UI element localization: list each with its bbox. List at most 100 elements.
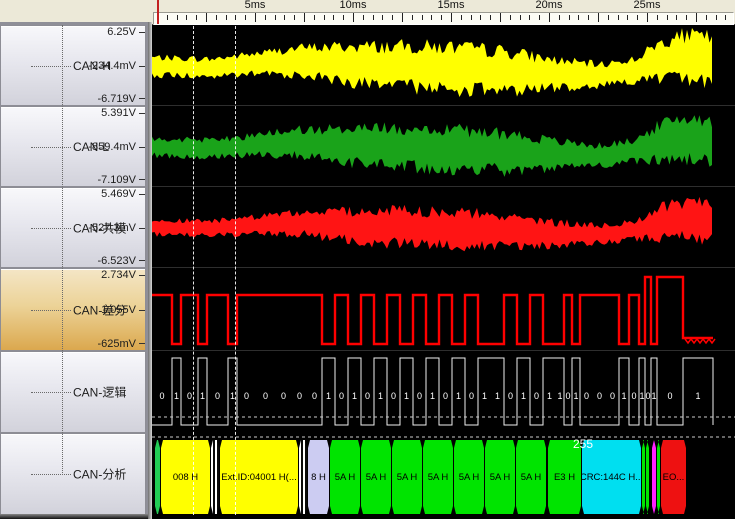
logic-bit-value: 0 [312,391,317,401]
channel-tree-stub [31,392,71,393]
logic-bit-value: 0 [417,391,422,401]
channel-tree-stub [31,474,71,475]
frame-block [155,440,160,514]
logic-bit-value: 0 [159,391,164,401]
oscilloscope-window: 5ms10ms15ms20ms25ms 01010100000101010101… [0,0,735,519]
can-differential-trace [152,277,713,344]
channel-tree-stub [31,228,71,229]
scale-tick [139,228,145,229]
logic-bit-value: 0 [534,391,539,401]
measurement-cursor-1[interactable] [193,26,194,515]
scale-tick [139,147,145,148]
scale-tick [139,194,145,195]
logic-bit-value: 1 [573,391,578,401]
logic-bit-value: 1 [352,391,357,401]
logic-bit-value: 0 [391,391,396,401]
channel-tree-stub [31,66,71,67]
mid-scale-can-common-mode: -527.3mV [88,222,136,234]
frame-block [642,440,645,514]
bottom-scale-can-common-mode: -6.523V [97,255,136,267]
logic-bit-value: 1 [174,391,179,401]
logic-bit-value: 0 [281,391,286,401]
frame-block-5a-h: 5A H [485,440,515,514]
logic-bit-value: 0 [263,391,268,401]
frame-block-5a-h: 5A H [361,440,391,514]
can-common-mode-trace [152,197,712,251]
channel-panel-can-differential[interactable]: CAN-差分2.734V1.055V-625mV [0,268,146,351]
frame-block-8-h: 8 H [308,440,329,514]
scale-tick [139,260,145,261]
logic-bit-value: 1 [430,391,435,401]
channel-tree-line [62,25,63,473]
mid-scale-can-l: -859.4mV [88,141,136,153]
can-differential-ripple [685,339,715,343]
frame-block-e3-h: E3 H [548,440,581,514]
frame-block [657,440,660,514]
bottom-scale-can-differential: -625mV [97,338,136,350]
frame-overlay-value: 255 [573,437,593,451]
logic-bit-value: 1 [456,391,461,401]
logic-bit-value: 1 [639,391,644,401]
channel-name-can-analysis: CAN-分析 [73,466,126,483]
scale-tick [139,275,145,276]
logic-bit-value: 1 [547,391,552,401]
logic-bit-value: 1 [621,391,626,401]
measurement-cursor-2[interactable] [235,26,236,515]
channel-tree-stub [31,147,71,148]
logic-bit-value: 1 [200,391,205,401]
logic-bit-value: 0 [667,391,672,401]
scale-tick [139,310,145,311]
logic-bit-value: 0 [187,391,192,401]
channel-panel-can-logic[interactable]: CAN-逻辑 [0,351,146,433]
frame-block-crc-144c-h: CRC:144C H... [582,440,641,514]
scale-tick [139,32,145,33]
frame-block-5a-h: 5A H [392,440,422,514]
can-l-trace [152,115,712,177]
channel-sidebar: CAN-H6.25V-234.4mV-6.719VCAN-L5.391V-859… [0,22,148,519]
frame-block [652,440,656,514]
logic-bit-value: 1 [521,391,526,401]
frame-block-ext-id-04001-h: Ext.ID:04001 H(... [220,440,298,514]
top-scale-can-common-mode: 5.469V [101,188,136,200]
frame-block-eo: EO... [661,440,686,514]
logic-bit-value: 0 [244,391,249,401]
top-scale-can-h: 6.25V [107,26,136,38]
logic-bit-value: 1 [695,391,700,401]
logic-bit-value: 1 [404,391,409,401]
logic-bit-value: 0 [631,391,636,401]
channel-panel-can-h[interactable]: CAN-H6.25V-234.4mV-6.719V [0,25,146,106]
channel-tree-stub [31,310,71,311]
mid-scale-can-h: -234.4mV [88,60,136,72]
scale-tick [139,343,145,344]
top-scale-can-differential: 2.734V [101,269,136,281]
logic-bit-value: 0 [297,391,302,401]
frame-block [646,440,649,514]
frame-block-5a-h: 5A H [330,440,360,514]
logic-bit-value: 1 [326,391,331,401]
logic-bit-value: 0 [215,391,220,401]
mid-scale-can-differential: 1.055V [101,304,136,316]
logic-bit-value: 1 [557,391,562,401]
logic-bit-value: 1 [495,391,500,401]
frame-block [299,440,307,514]
scale-tick [139,98,145,99]
bottom-scale-can-h: -6.719V [97,93,136,105]
scale-tick [139,179,145,180]
logic-bit-value: 0 [597,391,602,401]
frame-block [211,440,219,514]
logic-bit-value: 0 [584,391,589,401]
logic-bit-value: 1 [482,391,487,401]
can-h-trace [152,28,712,97]
sidebar-plot-divider[interactable] [148,22,152,519]
logic-bit-value: 0 [645,391,650,401]
channel-panel-can-common-mode[interactable]: CAN-共模5.469V-527.3mV-6.523V [0,187,146,268]
channel-panel-can-analysis[interactable]: CAN-分析 [0,433,146,515]
logic-bit-value: 0 [565,391,570,401]
frame-block-5a-h: 5A H [516,440,546,514]
channel-panel-can-l[interactable]: CAN-L5.391V-859.4mV-7.109V [0,106,146,187]
logic-bit-value: 0 [365,391,370,401]
frame-block-5a-h: 5A H [454,440,484,514]
logic-bit-value: 0 [469,391,474,401]
sidebar-bottom-strip [0,514,148,519]
top-scale-can-l: 5.391V [101,107,136,119]
